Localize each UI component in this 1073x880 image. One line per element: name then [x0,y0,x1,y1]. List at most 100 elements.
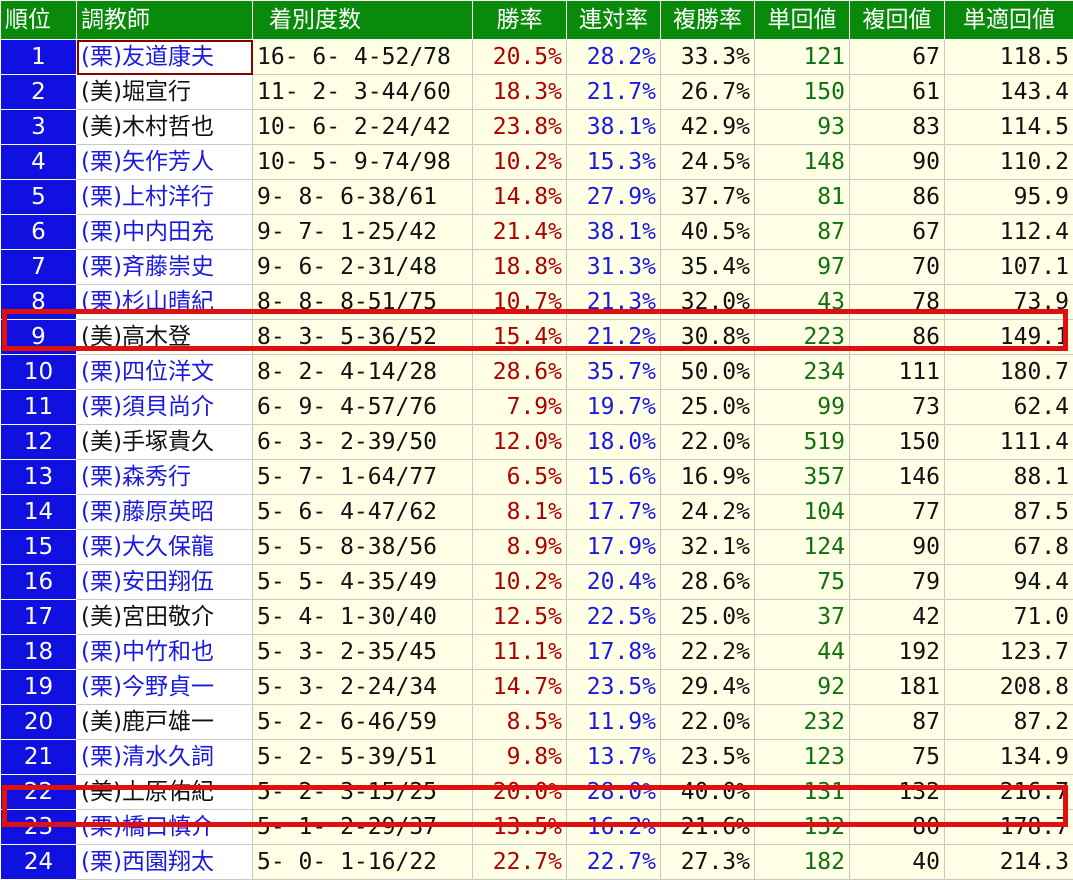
cell-trainer[interactable]: (栗)藤原英昭 [77,495,253,530]
table-row[interactable]: 22(美)上原佑紀5- 2- 3-15/2520.0%28.0%40.0%131… [1,775,1073,810]
cell-adj-win-return[interactable]: 71.0 [945,600,1073,635]
cell-rank[interactable]: 4 [1,145,77,180]
cell-quinella-rate[interactable]: 21.3% [567,285,661,320]
cell-win-rate[interactable]: 21.4% [473,215,567,250]
cell-place-rate[interactable]: 50.0% [661,355,755,390]
cell-win-return[interactable]: 43 [755,285,850,320]
cell-place-return[interactable]: 40 [850,845,945,880]
column-header-win-rate[interactable]: 勝率 [473,1,567,40]
cell-trainer[interactable]: (栗)今野貞一 [77,670,253,705]
cell-win-return[interactable]: 148 [755,145,850,180]
cell-place-return[interactable]: 111 [850,355,945,390]
cell-adj-win-return[interactable]: 214.3 [945,845,1073,880]
cell-trainer[interactable]: (美)堀宣行 [77,75,253,110]
cell-rank[interactable]: 14 [1,495,77,530]
cell-win-rate[interactable]: 22.7% [473,845,567,880]
cell-quinella-rate[interactable]: 11.9% [567,705,661,740]
cell-quinella-rate[interactable]: 20.4% [567,565,661,600]
cell-trainer[interactable]: (栗)杉山晴紀 [77,285,253,320]
cell-record[interactable]: 5- 4- 1-30/40 [253,600,473,635]
cell-quinella-rate[interactable]: 28.0% [567,775,661,810]
cell-adj-win-return[interactable]: 110.2 [945,145,1073,180]
cell-win-return[interactable]: 124 [755,530,850,565]
cell-quinella-rate[interactable]: 27.9% [567,180,661,215]
column-header-rank[interactable]: 順位 [1,1,77,40]
cell-place-rate[interactable]: 26.7% [661,75,755,110]
cell-quinella-rate[interactable]: 17.8% [567,635,661,670]
cell-quinella-rate[interactable]: 31.3% [567,250,661,285]
cell-record[interactable]: 9- 6- 2-31/48 [253,250,473,285]
cell-quinella-rate[interactable]: 22.5% [567,600,661,635]
cell-quinella-rate[interactable]: 17.7% [567,495,661,530]
cell-rank[interactable]: 13 [1,460,77,495]
cell-place-rate[interactable]: 28.6% [661,565,755,600]
cell-rank[interactable]: 3 [1,110,77,145]
cell-record[interactable]: 16- 6- 4-52/78 [253,40,473,75]
cell-record[interactable]: 5- 7- 1-64/77 [253,460,473,495]
cell-adj-win-return[interactable]: 216.7 [945,775,1073,810]
cell-quinella-rate[interactable]: 35.7% [567,355,661,390]
cell-win-rate[interactable]: 20.0% [473,775,567,810]
cell-trainer[interactable]: (栗)西園翔太 [77,845,253,880]
cell-place-return[interactable]: 73 [850,390,945,425]
cell-trainer[interactable]: (美)上原佑紀 [77,775,253,810]
cell-trainer[interactable]: (栗)中内田充 [77,215,253,250]
cell-place-return[interactable]: 61 [850,75,945,110]
cell-place-rate[interactable]: 16.9% [661,460,755,495]
cell-adj-win-return[interactable]: 87.5 [945,495,1073,530]
cell-record[interactable]: 9- 8- 6-38/61 [253,180,473,215]
cell-quinella-rate[interactable]: 16.2% [567,810,661,845]
cell-win-return[interactable]: 182 [755,845,850,880]
cell-place-return[interactable]: 67 [850,215,945,250]
cell-place-return[interactable]: 146 [850,460,945,495]
cell-win-rate[interactable]: 10.7% [473,285,567,320]
cell-adj-win-return[interactable]: 94.4 [945,565,1073,600]
cell-place-return[interactable]: 86 [850,320,945,355]
cell-adj-win-return[interactable]: 107.1 [945,250,1073,285]
cell-adj-win-return[interactable]: 143.4 [945,75,1073,110]
cell-rank[interactable]: 12 [1,425,77,460]
cell-place-rate[interactable]: 22.0% [661,705,755,740]
cell-place-rate[interactable]: 32.0% [661,285,755,320]
cell-win-return[interactable]: 223 [755,320,850,355]
column-header-quinella-rate[interactable]: 連対率 [567,1,661,40]
cell-win-rate[interactable]: 28.6% [473,355,567,390]
cell-adj-win-return[interactable]: 112.4 [945,215,1073,250]
table-row[interactable]: 6(栗)中内田充9- 7- 1-25/4221.4%38.1%40.5%8767… [1,215,1073,250]
cell-place-rate[interactable]: 23.5% [661,740,755,775]
table-row[interactable]: 16(栗)安田翔伍5- 5- 4-35/4910.2%20.4%28.6%757… [1,565,1073,600]
cell-rank[interactable]: 15 [1,530,77,565]
cell-win-return[interactable]: 234 [755,355,850,390]
cell-trainer[interactable]: (美)木村哲也 [77,110,253,145]
cell-place-return[interactable]: 75 [850,740,945,775]
cell-win-return[interactable]: 81 [755,180,850,215]
cell-adj-win-return[interactable]: 67.8 [945,530,1073,565]
cell-record[interactable]: 6- 3- 2-39/50 [253,425,473,460]
cell-trainer[interactable]: (栗)森秀行 [77,460,253,495]
cell-win-rate[interactable]: 11.1% [473,635,567,670]
cell-adj-win-return[interactable]: 111.4 [945,425,1073,460]
cell-win-rate[interactable]: 20.5% [473,40,567,75]
column-header-adj-win-return[interactable]: 単適回値 [945,1,1073,40]
cell-adj-win-return[interactable]: 114.5 [945,110,1073,145]
cell-trainer[interactable]: (栗)矢作芳人 [77,145,253,180]
cell-place-return[interactable]: 90 [850,530,945,565]
cell-rank[interactable]: 7 [1,250,77,285]
cell-record[interactable]: 5- 2- 6-46/59 [253,705,473,740]
cell-place-rate[interactable]: 27.3% [661,845,755,880]
cell-adj-win-return[interactable]: 208.8 [945,670,1073,705]
cell-rank[interactable]: 5 [1,180,77,215]
cell-record[interactable]: 5- 0- 1-16/22 [253,845,473,880]
cell-place-return[interactable]: 77 [850,495,945,530]
cell-win-return[interactable]: 519 [755,425,850,460]
cell-rank[interactable]: 20 [1,705,77,740]
cell-place-return[interactable]: 67 [850,40,945,75]
cell-record[interactable]: 8- 3- 5-36/52 [253,320,473,355]
cell-trainer[interactable]: (栗)斉藤崇史 [77,250,253,285]
cell-place-return[interactable]: 181 [850,670,945,705]
cell-rank[interactable]: 17 [1,600,77,635]
table-row[interactable]: 7(栗)斉藤崇史9- 6- 2-31/4818.8%31.3%35.4%9770… [1,250,1073,285]
cell-quinella-rate[interactable]: 15.6% [567,460,661,495]
cell-quinella-rate[interactable]: 15.3% [567,145,661,180]
cell-win-return[interactable]: 97 [755,250,850,285]
